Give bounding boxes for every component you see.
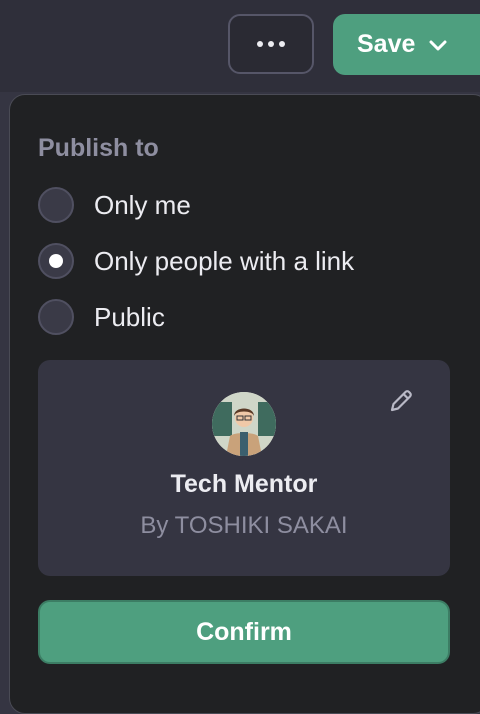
more-options-button[interactable] xyxy=(228,14,314,74)
save-button[interactable]: Save xyxy=(333,14,480,75)
radio-label: Only me xyxy=(94,189,191,220)
radio-button-selected[interactable] xyxy=(38,243,74,279)
gpt-author: By TOSHIKI SAKAI xyxy=(140,512,348,539)
radio-dot xyxy=(49,254,63,268)
radio-only-me[interactable]: Only me xyxy=(38,185,191,225)
radio-button[interactable] xyxy=(38,299,74,335)
radio-label: Public xyxy=(94,301,165,332)
radio-public[interactable]: Public xyxy=(38,297,165,337)
avatar xyxy=(212,392,276,456)
radio-only-people-with-link[interactable]: Only people with a link xyxy=(38,241,354,281)
radio-button[interactable] xyxy=(38,187,74,223)
ellipsis-icon xyxy=(257,41,285,47)
confirm-button[interactable]: Confirm xyxy=(38,600,450,664)
gpt-name: Tech Mentor xyxy=(170,470,318,498)
publish-to-label: Publish to xyxy=(38,134,159,162)
pencil-icon[interactable] xyxy=(388,388,414,414)
radio-label: Only people with a link xyxy=(94,245,355,276)
chevron-down-icon xyxy=(429,30,447,59)
save-button-label: Save xyxy=(357,30,416,58)
